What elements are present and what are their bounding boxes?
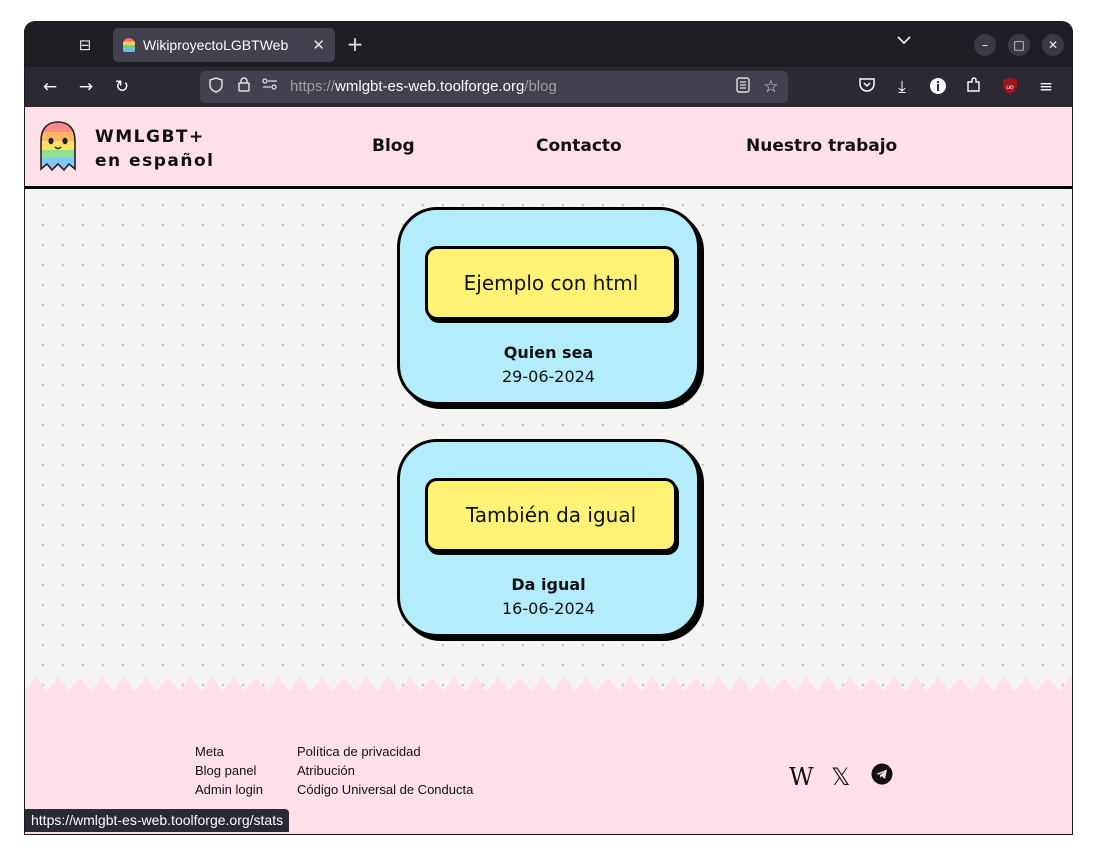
site-brand[interactable]: WMLGBT+ en español bbox=[95, 125, 214, 173]
x-icon[interactable]: 𝕏 bbox=[831, 763, 850, 791]
new-tab-button[interactable]: + bbox=[343, 32, 367, 56]
footer-link-admin-login[interactable]: Admin login bbox=[195, 782, 263, 797]
window-close-button[interactable]: ✕ bbox=[1042, 34, 1064, 56]
minimize-button[interactable]: – bbox=[974, 34, 996, 56]
post-date: 29-06-2024 bbox=[502, 367, 595, 386]
zigzag-divider bbox=[25, 677, 1072, 691]
footer-link-atribucion[interactable]: Atribución bbox=[297, 763, 355, 778]
reload-icon[interactable]: ↻ bbox=[110, 75, 134, 99]
svg-text:uo: uo bbox=[1006, 84, 1014, 91]
tab-wikiproyecto[interactable]: WikiproyectoLGBTWeb ✕ bbox=[113, 28, 335, 62]
address-bar[interactable]: https://wmlgbt-es-web.toolforge.org/blog… bbox=[200, 71, 788, 103]
blog-post-card[interactable]: Ejemplo con html Quien sea 29-06-2024 bbox=[397, 207, 700, 405]
back-arrow-icon[interactable]: ← bbox=[38, 75, 62, 99]
menu-link-contacto[interactable]: Contacto bbox=[536, 136, 622, 156]
permissions-icon[interactable] bbox=[260, 77, 280, 97]
post-author: Quien sea bbox=[503, 343, 594, 362]
menu-link-blog[interactable]: Blog bbox=[372, 136, 415, 156]
maximize-button[interactable]: □ bbox=[1008, 34, 1030, 56]
url-scheme: https:// bbox=[290, 78, 336, 95]
post-date: 16-06-2024 bbox=[502, 599, 595, 618]
telegram-icon[interactable] bbox=[871, 763, 893, 791]
url-host: wmlgbt-es-web.toolforge.org bbox=[335, 78, 525, 95]
download-icon[interactable]: ⤓ bbox=[892, 77, 912, 97]
pocket-icon[interactable] bbox=[857, 77, 877, 97]
browser-window: ⊟ WikiproyectoLGBTWeb ✕ + – □ ✕ ← → ↻ ht… bbox=[25, 22, 1072, 834]
shield-icon[interactable] bbox=[206, 77, 226, 97]
chevron-down-icon[interactable] bbox=[897, 34, 911, 49]
url-path: /blog bbox=[524, 78, 557, 95]
lock-icon[interactable] bbox=[234, 77, 254, 97]
extensions-puzzle-icon[interactable] bbox=[964, 77, 984, 97]
footer-link-meta[interactable]: Meta bbox=[195, 744, 224, 759]
tab-title: WikiproyectoLGBTWeb bbox=[143, 37, 289, 53]
close-icon[interactable]: ✕ bbox=[312, 36, 325, 54]
tab-overview-icon[interactable]: ⊟ bbox=[73, 34, 97, 56]
ublock-origin-icon[interactable]: uo bbox=[1000, 77, 1020, 97]
reader-view-icon[interactable] bbox=[733, 77, 753, 97]
tab-strip: ⊟ WikiproyectoLGBTWeb ✕ + – □ ✕ bbox=[25, 22, 1072, 67]
post-author: Da igual bbox=[511, 575, 586, 594]
ghost-favicon-icon bbox=[123, 38, 135, 52]
post-title[interactable]: También da igual bbox=[425, 478, 677, 552]
brand-line-1: WMLGBT+ bbox=[95, 127, 205, 147]
blog-post-card[interactable]: También da igual Da igual 16-06-2024 bbox=[397, 439, 700, 637]
forward-arrow-icon[interactable]: → bbox=[74, 75, 98, 99]
url-text[interactable]: https://wmlgbt-es-web.toolforge.org/blog bbox=[290, 78, 557, 95]
status-bar-url: https://wmlgbt-es-web.toolforge.org/stat… bbox=[25, 809, 290, 832]
navigation-toolbar: ← → ↻ https://wmlgbt-es-web.toolforge.or… bbox=[25, 67, 1072, 107]
wikipedia-icon[interactable]: W bbox=[789, 763, 814, 791]
bookmark-star-icon[interactable]: ☆ bbox=[761, 77, 781, 97]
rainbow-ghost-logo-icon[interactable] bbox=[39, 121, 77, 173]
web-page: WMLGBT+ en español Blog Contacto Nuestro… bbox=[25, 107, 1072, 834]
menu-link-nuestro-trabajo[interactable]: Nuestro trabajo bbox=[746, 136, 897, 156]
menu-hamburger-icon[interactable]: ≡ bbox=[1036, 77, 1056, 97]
footer-link-blog-panel[interactable]: Blog panel bbox=[195, 763, 256, 778]
post-title[interactable]: Ejemplo con html bbox=[425, 246, 677, 320]
footer-link-codigo-conducta[interactable]: Código Universal de Conducta bbox=[297, 782, 473, 797]
brand-line-2: en español bbox=[95, 151, 215, 171]
extension-info-icon[interactable] bbox=[928, 77, 948, 97]
site-header: WMLGBT+ en español Blog Contacto Nuestro… bbox=[25, 107, 1072, 189]
footer-link-privacidad[interactable]: Política de privacidad bbox=[297, 744, 421, 759]
